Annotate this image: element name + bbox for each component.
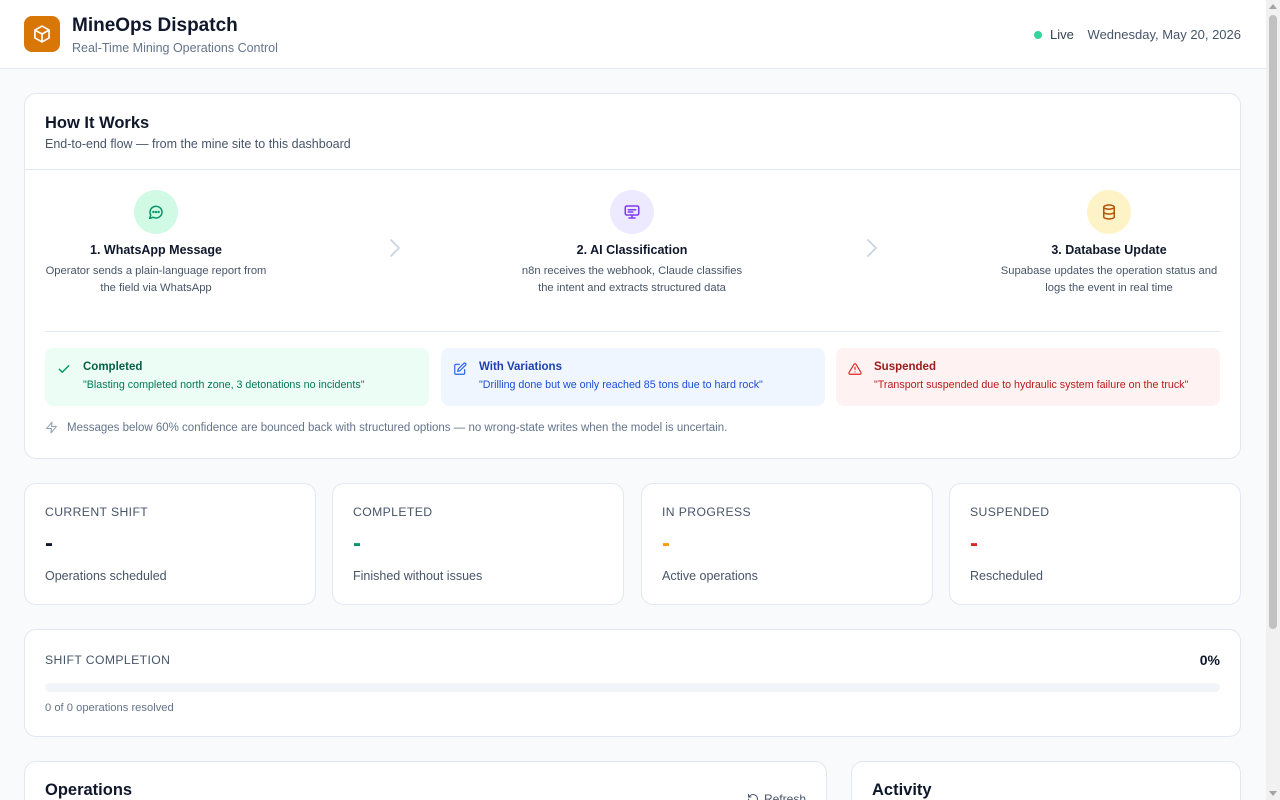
divider (45, 331, 1221, 332)
shift-completion-card: SHIFT COMPLETION 0% 0 of 0 operations re… (24, 629, 1241, 737)
stat-card-suspended: SUSPENDED - Rescheduled (949, 483, 1241, 605)
activity-card: Activity (851, 761, 1241, 800)
step-description: Supabase updates the operation status an… (1000, 265, 1218, 294)
live-indicator: Live (1034, 27, 1074, 42)
scrollbar-thumb[interactable] (1269, 15, 1277, 629)
operations-title: Operations (45, 781, 133, 799)
example-title: With Variations (479, 361, 562, 373)
scroll-down-arrow-icon[interactable] (1269, 791, 1277, 796)
stat-label: CURRENT SHIFT (45, 505, 149, 519)
flow-step-database: 3. Database Update Supabase updates the … (959, 190, 1259, 297)
stat-card-in-progress: IN PROGRESS - Active operations (641, 483, 933, 605)
example-variations: With Variations "Drilling done but we on… (441, 348, 825, 406)
operations-card: Operations Refresh (24, 761, 827, 800)
example-title: Completed (83, 361, 143, 373)
stat-value: - (970, 530, 978, 557)
example-quote: "Blasting completed north zone, 3 detona… (83, 379, 365, 391)
shift-completion-label: SHIFT COMPLETION (45, 653, 171, 667)
refresh-button[interactable]: Refresh (747, 792, 806, 800)
how-it-works-title: How It Works (45, 114, 150, 132)
stat-caption: Rescheduled (970, 569, 1043, 583)
how-it-works-subtitle: End-to-end flow — from the mine site to … (45, 137, 351, 151)
stat-caption: Operations scheduled (45, 569, 167, 583)
live-label: Live (1050, 27, 1074, 42)
stat-label: IN PROGRESS (662, 505, 752, 519)
confidence-note-text: Messages below 60% confidence are bounce… (67, 421, 728, 434)
stat-card-completed: COMPLETED - Finished without issues (332, 483, 624, 605)
example-quote: "Drilling done but we only reached 85 to… (479, 379, 763, 391)
stat-value: - (45, 530, 53, 557)
stat-label: SUSPENDED (970, 505, 1050, 519)
stat-value: - (353, 530, 361, 557)
app-header: MineOps Dispatch Real-Time Mining Operat… (0, 0, 1266, 69)
refresh-label: Refresh (763, 792, 806, 800)
refresh-icon (747, 794, 758, 800)
stat-card-current-shift: CURRENT SHIFT - Operations scheduled (24, 483, 316, 605)
chevron-right-icon (866, 238, 878, 263)
stat-value: - (662, 530, 670, 557)
stat-caption: Active operations (662, 569, 758, 583)
page-scrollbar[interactable] (1266, 0, 1280, 800)
shift-completion-percent: 0% (1199, 652, 1220, 668)
live-dot-icon (1034, 30, 1042, 39)
activity-title: Activity (872, 781, 932, 799)
divider (25, 169, 1240, 170)
step-description: Operator sends a plain-language report f… (45, 265, 267, 294)
warning-icon (848, 362, 862, 381)
example-completed: Completed "Blasting completed north zone… (45, 348, 429, 406)
how-it-works-card: How It Works End-to-end flow — from the … (24, 93, 1241, 459)
step-title: 2. AI Classification (576, 243, 688, 257)
app-subtitle: Real-Time Mining Operations Control (72, 41, 278, 55)
shift-completion-progress-bar (45, 683, 1220, 692)
cube-icon (24, 16, 60, 52)
example-quote: "Transport suspended due to hydraulic sy… (874, 379, 1189, 391)
lightning-icon (46, 421, 57, 434)
database-icon (1087, 190, 1131, 234)
check-icon (57, 362, 71, 381)
stat-caption: Finished without issues (353, 569, 483, 583)
stat-label: COMPLETED (353, 505, 433, 519)
current-date: Wednesday, May 20, 2026 (1087, 27, 1241, 42)
example-title: Suspended (874, 361, 936, 373)
edit-icon (453, 362, 467, 381)
step-description: n8n receives the webhook, Claude classif… (521, 265, 743, 294)
app-title: MineOps Dispatch (72, 15, 238, 36)
flow-step-ai: 2. AI Classification n8n receives the we… (482, 190, 782, 297)
shift-completion-caption: 0 of 0 operations resolved (45, 702, 174, 714)
scroll-up-arrow-icon[interactable] (1269, 4, 1277, 9)
chat-bubble-icon (134, 190, 178, 234)
chevron-right-icon (389, 238, 401, 263)
example-suspended: Suspended "Transport suspended due to hy… (836, 348, 1220, 406)
step-title: 1. WhatsApp Message (90, 243, 222, 257)
confidence-note: Messages below 60% confidence are bounce… (45, 421, 727, 434)
step-title: 3. Database Update (1051, 243, 1167, 257)
flow-step-whatsapp: 1. WhatsApp Message Operator sends a pla… (6, 190, 306, 297)
monitor-icon (610, 190, 654, 234)
